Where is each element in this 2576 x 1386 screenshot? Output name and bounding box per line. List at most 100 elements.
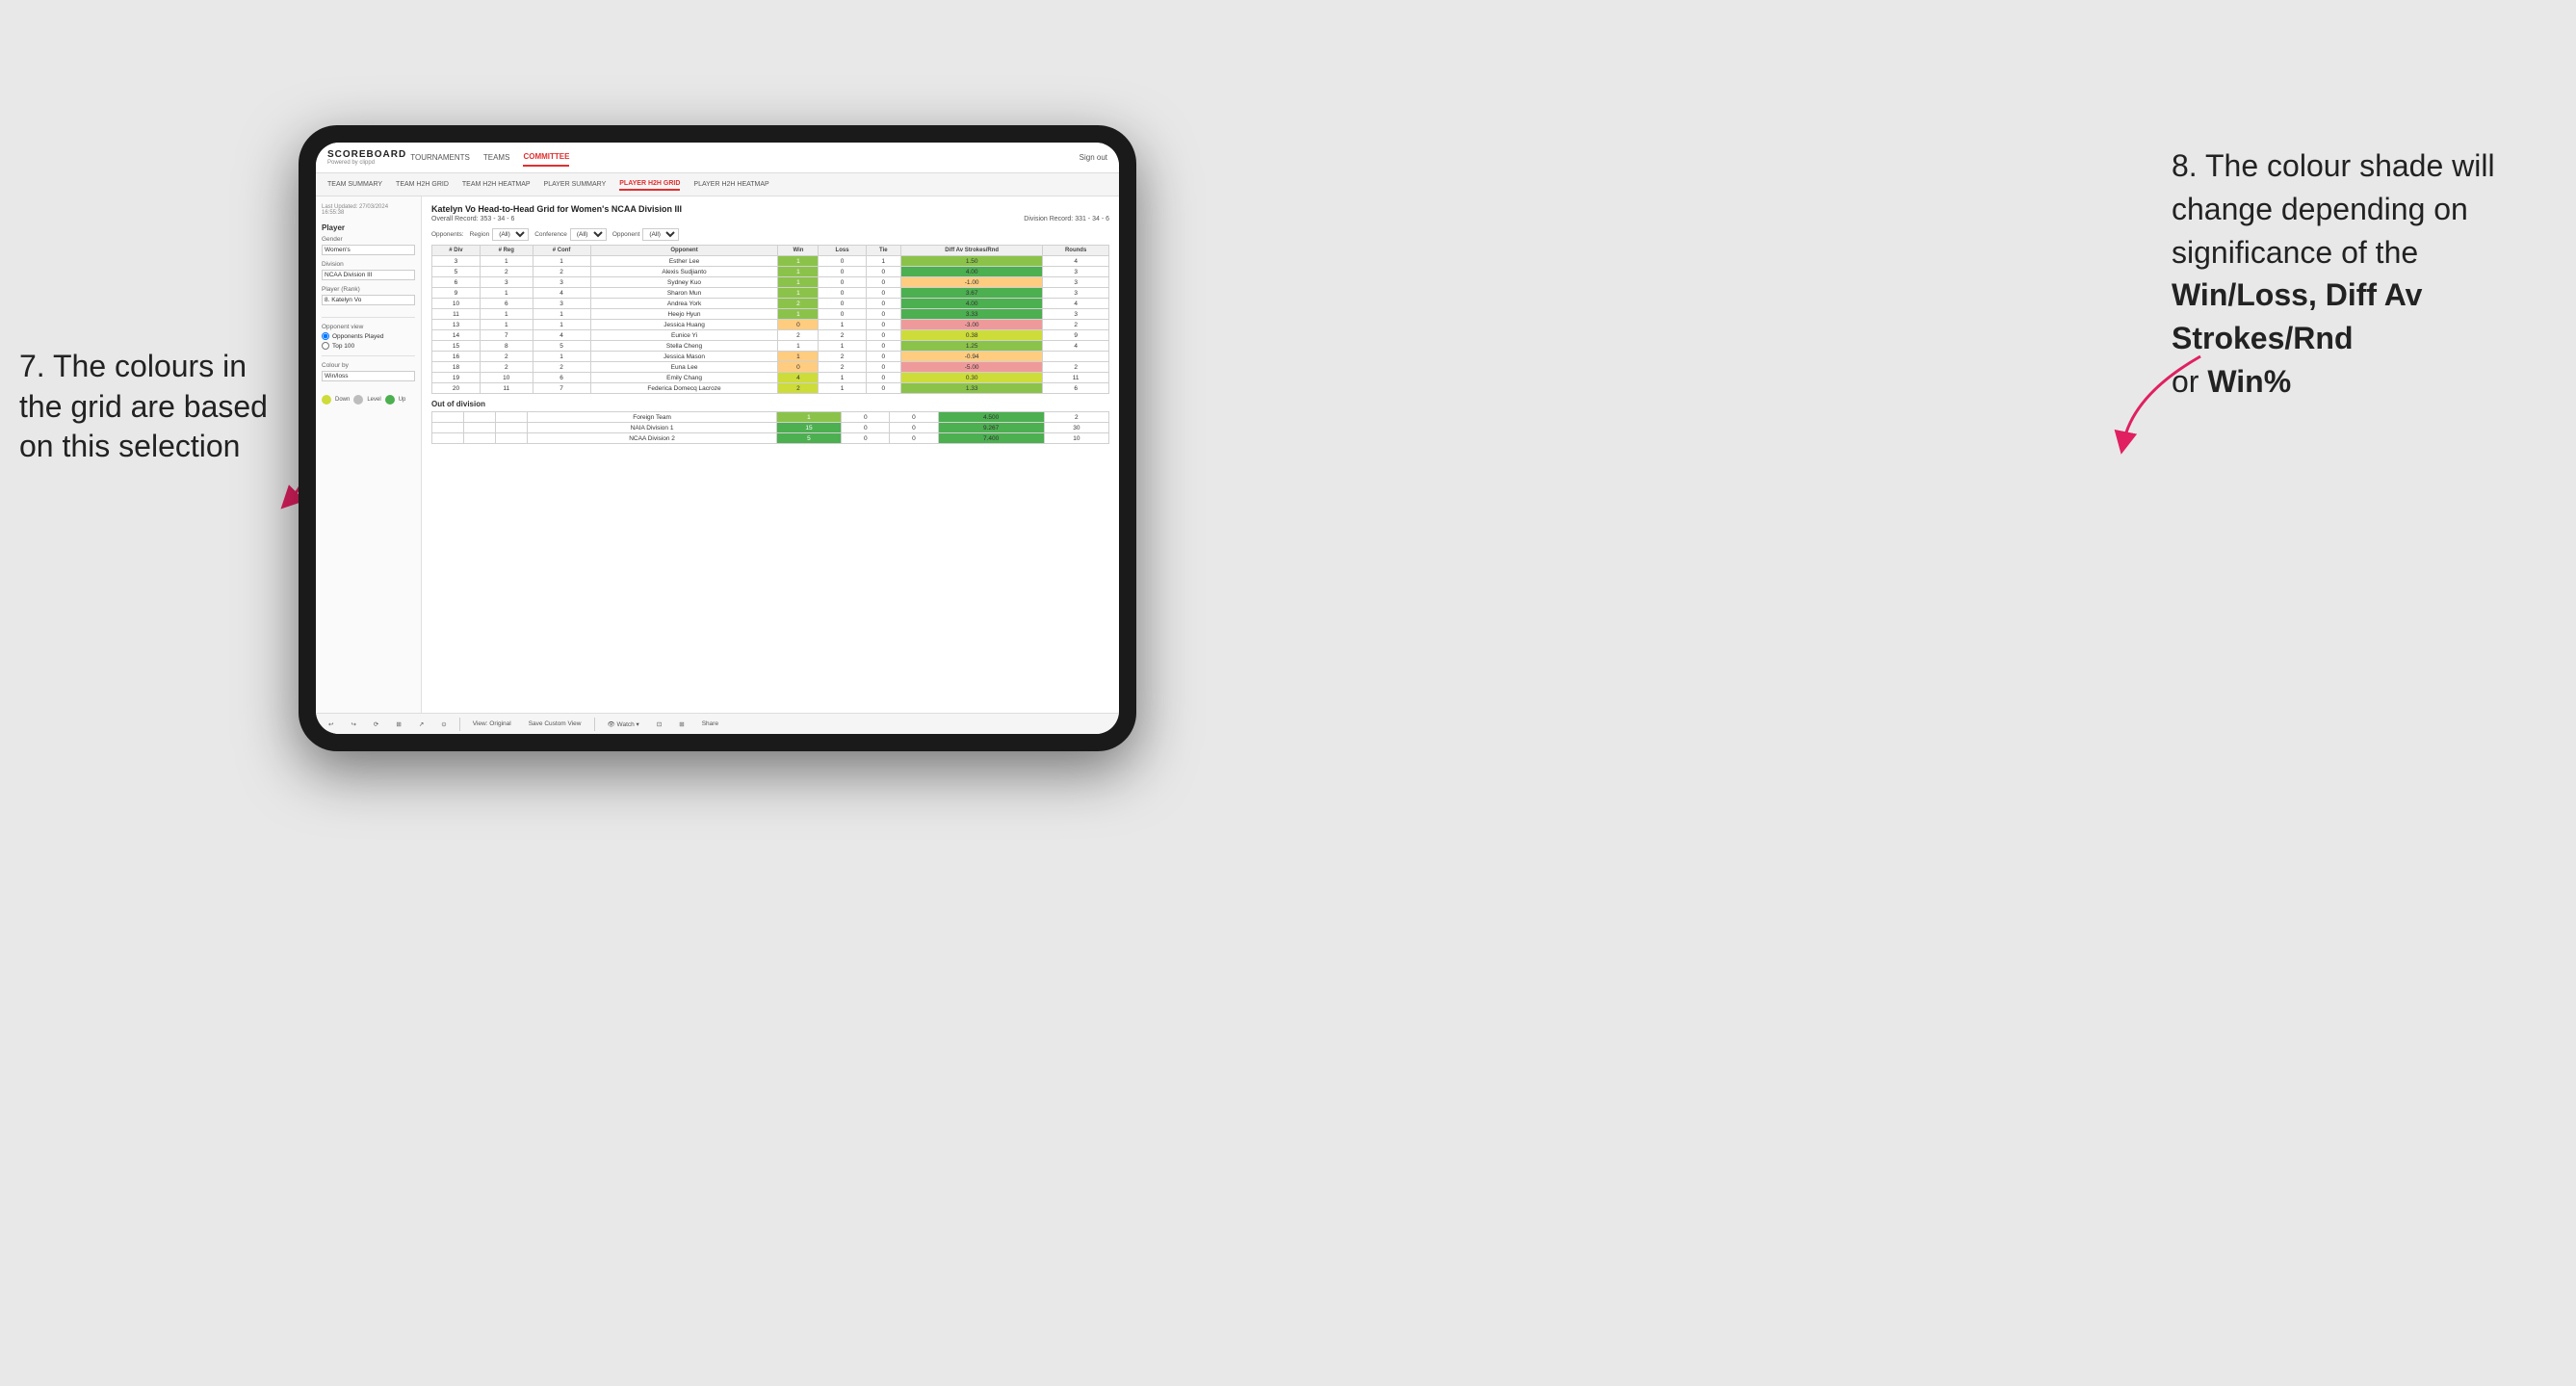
toolbar-sep-2	[594, 718, 595, 731]
sub-nav-player-h2h-heatmap[interactable]: PLAYER H2H HEATMAP	[693, 179, 768, 190]
td-rounds: 4	[1043, 341, 1109, 352]
gender-select[interactable]: Women's	[322, 245, 415, 255]
td-diff: -0.94	[901, 352, 1043, 362]
td-loss: 1	[819, 373, 866, 383]
toolbar-layout1[interactable]: ⊡	[652, 718, 666, 731]
td-conf: 7	[533, 383, 590, 394]
opponent-select[interactable]: (All)	[642, 228, 679, 241]
td-diff: 7.400	[938, 433, 1044, 444]
td-conf: 1	[533, 309, 590, 320]
td-div: 11	[432, 309, 481, 320]
td-diff: 9.267	[938, 423, 1044, 433]
sub-nav-team-h2h-grid[interactable]: TEAM H2H GRID	[396, 179, 449, 190]
division-record: Division Record: 331 - 34 - 6	[1024, 216, 1109, 222]
colour-by-select[interactable]: Win/loss	[322, 371, 415, 381]
sub-nav-team-summary[interactable]: TEAM SUMMARY	[327, 179, 382, 190]
legend-row: Down Level Up	[322, 395, 415, 405]
td-tie: 0	[866, 352, 900, 362]
annotation-right-bold1: Win/Loss	[2172, 277, 2308, 312]
sidebar-timestamp: Last Updated: 27/03/2024 16:55:38	[322, 204, 415, 216]
td-loss: 0	[842, 433, 890, 444]
td-rounds: 3	[1043, 277, 1109, 288]
td-reg: 1	[480, 320, 533, 330]
td-win: 4	[778, 373, 819, 383]
legend-dot-up	[385, 395, 395, 405]
toolbar-watch[interactable]: 👁 Watch ▾	[603, 718, 644, 731]
toolbar-refresh[interactable]: ⟳	[369, 718, 383, 731]
td-win: 0	[778, 320, 819, 330]
td-tie: 0	[866, 330, 900, 341]
td-opponent: Jessica Mason	[590, 352, 778, 362]
th-opponent: Opponent	[590, 246, 778, 256]
td-diff: 4.500	[938, 412, 1044, 423]
nav-committee[interactable]: COMMITTEE	[523, 148, 569, 167]
th-win: Win	[778, 246, 819, 256]
region-label: Region	[470, 231, 490, 238]
td-win: 15	[776, 423, 841, 433]
th-loss: Loss	[819, 246, 866, 256]
td-conf	[496, 412, 528, 423]
td-div	[432, 423, 464, 433]
table-row: 10 6 3 Andrea York 2 0 0 4.00 4	[432, 299, 1109, 309]
table-row: 19 10 6 Emily Chang 4 1 0 0.30 11	[432, 373, 1109, 383]
main-content: Last Updated: 27/03/2024 16:55:38 Player…	[316, 196, 1119, 713]
td-tie: 0	[866, 299, 900, 309]
toolbar-save-custom[interactable]: Save Custom View	[524, 718, 586, 730]
toolbar-export[interactable]: ↗	[414, 718, 429, 731]
player-rank-label: Player (Rank)	[322, 286, 415, 293]
player-rank-select[interactable]: 8. Katelyn Vo	[322, 295, 415, 305]
td-opponent: Jessica Huang	[590, 320, 778, 330]
nav-teams[interactable]: TEAMS	[483, 149, 510, 166]
toolbar-redo[interactable]: ↪	[346, 718, 360, 731]
td-rounds: 3	[1043, 309, 1109, 320]
td-loss: 2	[819, 362, 866, 373]
filter-row: Opponents: Region (All) Conference (All)	[431, 228, 1109, 241]
toolbar-view-original[interactable]: View: Original	[468, 718, 516, 730]
sub-nav-player-h2h-grid[interactable]: PLAYER H2H GRID	[619, 178, 680, 191]
toolbar-share[interactable]: Share	[697, 718, 723, 730]
sidebar-divider	[322, 317, 415, 318]
td-diff: 1.50	[901, 256, 1043, 267]
td-tie: 0	[866, 267, 900, 277]
td-tie: 0	[866, 383, 900, 394]
radio-opponents-played-input[interactable]	[322, 332, 329, 340]
legend-up-label: Up	[399, 397, 406, 403]
td-reg: 11	[480, 383, 533, 394]
nav-bar: SCOREBOARD Powered by clippd TOURNAMENTS…	[316, 143, 1119, 173]
sub-nav-team-h2h-heatmap[interactable]: TEAM H2H HEATMAP	[462, 179, 531, 190]
toolbar-grid[interactable]: ⊞	[391, 718, 405, 731]
table-row: 14 7 4 Eunice Yi 2 2 0 0.38 9	[432, 330, 1109, 341]
sub-nav-player-summary[interactable]: PLAYER SUMMARY	[544, 179, 607, 190]
td-opponent: Alexis Sudjianto	[590, 267, 778, 277]
radio-top-100-input[interactable]	[322, 342, 329, 350]
td-div: 19	[432, 373, 481, 383]
td-rounds: 2	[1044, 412, 1108, 423]
toolbar-undo[interactable]: ↩	[324, 718, 338, 731]
td-diff: 1.33	[901, 383, 1043, 394]
td-opponent: Eunice Yi	[590, 330, 778, 341]
td-loss: 2	[819, 330, 866, 341]
td-conf: 1	[533, 256, 590, 267]
table-row: 20 11 7 Federica Domecq Lacroze 2 1 0 1.…	[432, 383, 1109, 394]
sub-nav: TEAM SUMMARY TEAM H2H GRID TEAM H2H HEAT…	[316, 173, 1119, 196]
opponent-view-label: Opponent view	[322, 324, 415, 330]
td-loss: 0	[819, 309, 866, 320]
conference-select[interactable]: (All)	[570, 228, 607, 241]
td-win: 1	[778, 288, 819, 299]
td-reg	[464, 412, 496, 423]
td-conf	[496, 433, 528, 444]
td-opponent: Stella Cheng	[590, 341, 778, 352]
td-win: 1	[778, 352, 819, 362]
sign-out-link[interactable]: Sign out	[1080, 153, 1107, 162]
division-select[interactable]: NCAA Division III	[322, 270, 415, 280]
td-rounds: 30	[1044, 423, 1108, 433]
nav-tournaments[interactable]: TOURNAMENTS	[410, 149, 470, 166]
td-reg: 3	[480, 277, 533, 288]
grid-title: Katelyn Vo Head-to-Head Grid for Women's…	[431, 204, 1109, 214]
td-div: 16	[432, 352, 481, 362]
td-tie: 1	[866, 256, 900, 267]
td-opponent: Sharon Mun	[590, 288, 778, 299]
region-select[interactable]: (All)	[492, 228, 529, 241]
toolbar-layout2[interactable]: ⊞	[674, 718, 689, 731]
toolbar-clock[interactable]: ⊙	[436, 718, 451, 731]
